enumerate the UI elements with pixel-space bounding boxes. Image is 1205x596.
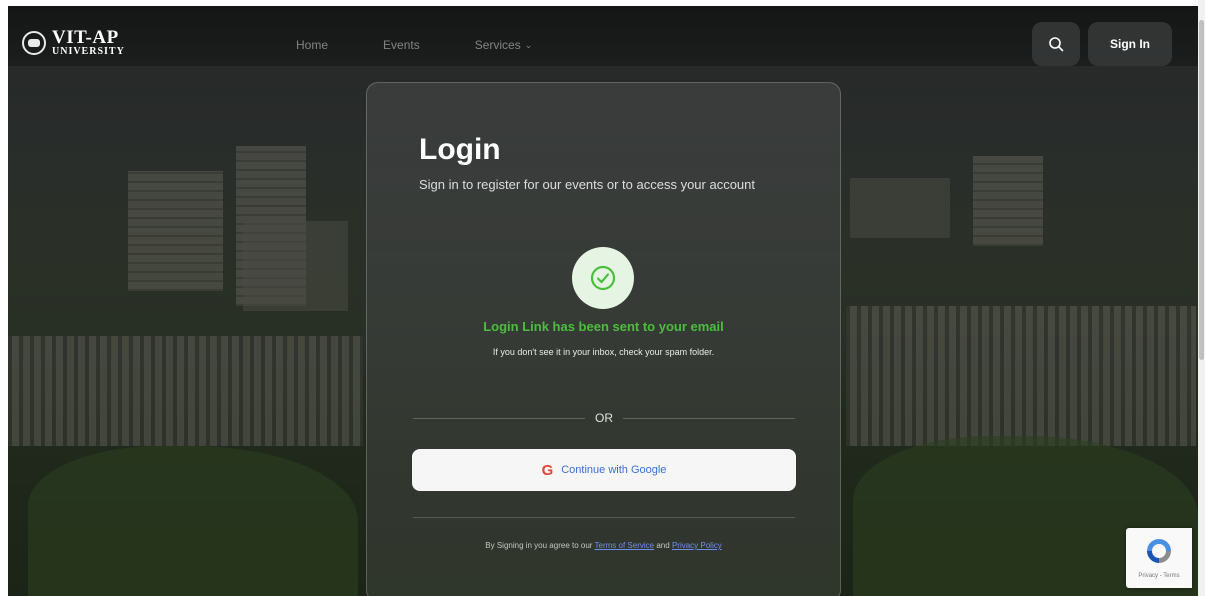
divider-line (413, 417, 585, 419)
university-logo[interactable]: VIT-AP UNIVERSITY (22, 28, 125, 57)
nav-link-events[interactable]: Events (383, 38, 420, 52)
nav-links: Home Events Services ⌄ (296, 38, 532, 52)
spam-note: If you don't see it in your inbox, check… (492, 347, 715, 357)
or-label: OR (595, 411, 613, 425)
signin-button[interactable]: Sign In (1088, 22, 1172, 66)
google-button-label: Continue with Google (561, 464, 667, 476)
login-card: Login Sign in to register for our events… (366, 82, 841, 596)
terms-prefix: By Signing in you agree to our (485, 541, 593, 550)
divider-line (623, 417, 795, 419)
page-background: VIT-AP UNIVERSITY Home Events Services ⌄… (8, 6, 1198, 596)
check-circle-icon (572, 247, 634, 309)
nav-link-home[interactable]: Home (296, 38, 328, 52)
search-button[interactable] (1032, 22, 1080, 66)
terms-of-service-link[interactable]: Terms of Service (595, 541, 655, 550)
logo-name: VIT-AP (52, 27, 119, 48)
login-subtitle: Sign in to register for our events or to… (419, 177, 756, 192)
recaptcha-badge[interactable]: Privacy - Terms (1126, 528, 1192, 588)
terms-notice: By Signing in you agree to our Terms of … (367, 541, 840, 550)
success-message: Login Link has been sent to your email (483, 319, 724, 334)
chevron-down-icon: ⌄ (524, 39, 533, 50)
continue-with-google-button[interactable]: G Continue with Google (412, 449, 796, 491)
google-icon: G (541, 461, 554, 479)
privacy-policy-link[interactable]: Privacy Policy (672, 541, 722, 550)
divider (413, 517, 795, 518)
or-divider: OR (413, 411, 795, 425)
top-navbar: VIT-AP UNIVERSITY Home Events Services ⌄… (8, 6, 1198, 82)
logo-sub: UNIVERSITY (52, 46, 125, 57)
search-icon (1049, 37, 1064, 52)
scrollbar-thumb[interactable] (1199, 20, 1204, 360)
login-title: Login (419, 133, 501, 166)
nav-link-services[interactable]: Services ⌄ (475, 38, 533, 52)
recaptcha-icon (1147, 539, 1171, 563)
scrollbar[interactable] (1198, 0, 1205, 596)
nav-link-services-label: Services (474, 38, 521, 52)
logo-text: VIT-AP UNIVERSITY (52, 28, 125, 57)
seal-icon (22, 30, 46, 55)
recaptcha-text[interactable]: Privacy - Terms (1126, 573, 1192, 579)
terms-and: and (656, 541, 670, 550)
